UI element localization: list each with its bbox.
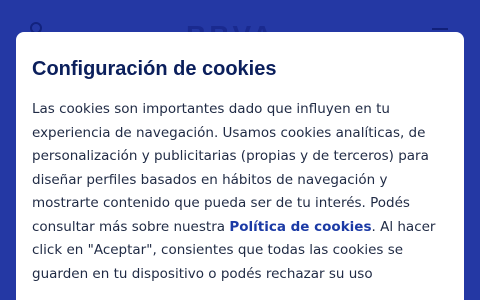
dialog-title: Configuración de cookies	[32, 58, 277, 80]
body-line: personalización y publicitarias (propias…	[32, 148, 429, 164]
body-line: diseñar perfiles basados en hábitos de n…	[32, 171, 388, 188]
body-line: consultar más sobre nuestra Política de …	[32, 216, 452, 240]
body-text-fragment: consultar más sobre nuestra	[32, 218, 230, 235]
body-line: Las cookies son importantes dado que inf…	[32, 101, 390, 117]
cookie-settings-dialog: Configuración de cookies Las cookies son…	[16, 32, 464, 300]
body-line: experiencia de navegación. Usamos cookie…	[32, 124, 426, 141]
dialog-body-text: Las cookies son importantes dado que inf…	[32, 98, 452, 286]
body-line: mostrarte contenido que pueda ser de tu …	[32, 195, 410, 211]
cookie-policy-link[interactable]: Política de cookies	[229, 219, 371, 235]
body-line: click en "Aceptar", consientes que todas…	[32, 242, 404, 258]
body-line: guarden en tu dispositivo o podés rechaz…	[32, 265, 373, 282]
body-text-fragment: . Al hacer	[371, 218, 436, 235]
